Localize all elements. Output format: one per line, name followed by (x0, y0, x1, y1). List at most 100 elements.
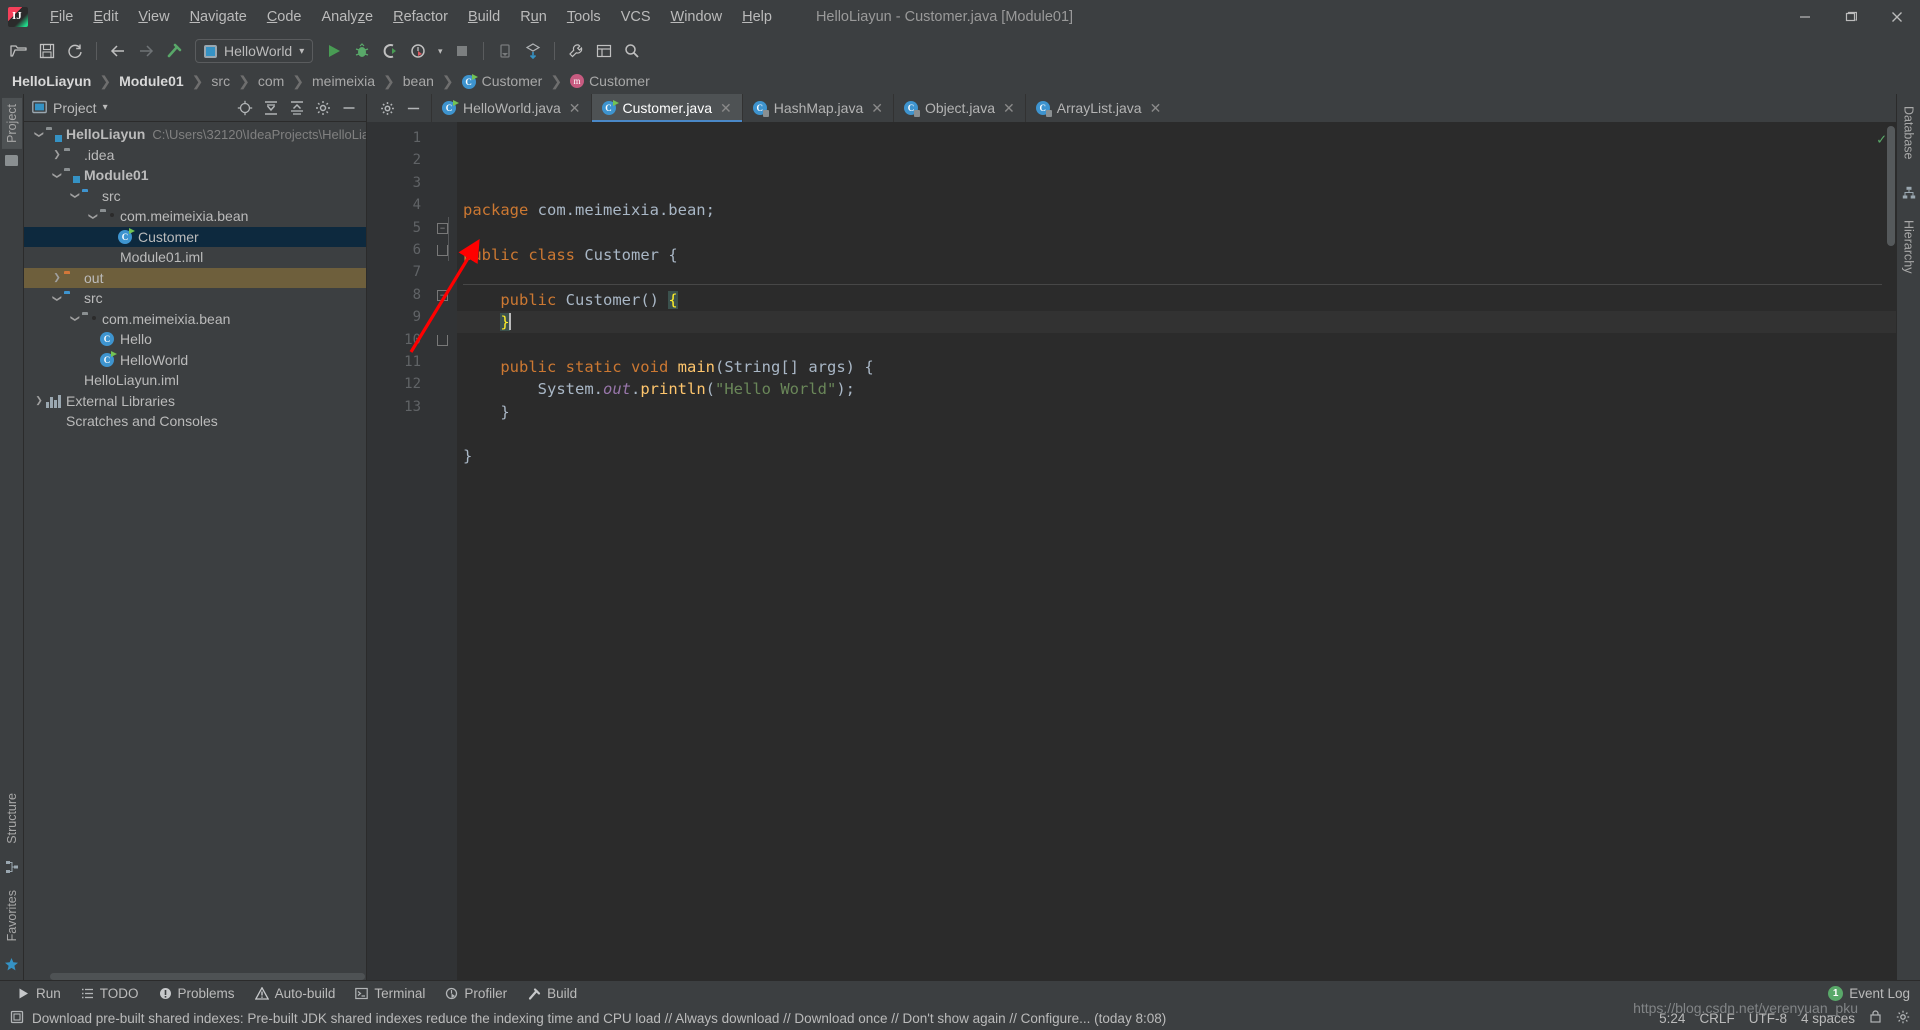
line-number-1[interactable]: 1 (367, 127, 429, 149)
chevron-right-icon[interactable]: ❯ (50, 149, 64, 160)
menu-item-refactor[interactable]: Refactor (383, 5, 458, 29)
menu-item-help[interactable]: Help (732, 5, 782, 29)
breadcrumb-item-src[interactable]: src (209, 73, 232, 89)
project-tree[interactable]: ❯ HelloLiayun C:\Users\32120\IdeaProjects\… (24, 122, 366, 971)
menu-item-vcs[interactable]: VCS (611, 5, 661, 29)
close-icon[interactable]: ✕ (569, 100, 581, 117)
menu-item-view[interactable]: View (128, 5, 179, 29)
chevron-down-icon[interactable]: ❯ (70, 189, 81, 203)
minimize-button[interactable] (1782, 0, 1828, 34)
line-number-13[interactable]: 13 (367, 396, 429, 418)
tree-node-module01-iml[interactable]: Module01.iml (24, 247, 366, 268)
bottom-tab-run[interactable]: Run (8, 983, 70, 1004)
line-number-12[interactable]: 12 (367, 373, 429, 395)
menu-item-analyze[interactable]: Analyze (312, 5, 384, 29)
code-line-10[interactable]: } (457, 401, 1896, 423)
open-folder-icon[interactable] (6, 38, 32, 64)
close-button[interactable] (1874, 0, 1920, 34)
line-number-11[interactable]: 11 (367, 351, 429, 373)
line-number-7[interactable]: 7 (367, 261, 429, 283)
code-text[interactable]: ✓ package com.meimeixia.bean; public clas… (457, 122, 1896, 980)
breadcrumb-item-helloliayun[interactable]: HelloLiayun (10, 73, 93, 89)
line-number-9[interactable]: 9 (367, 306, 429, 328)
menu-item-file[interactable]: File (40, 5, 83, 29)
tree-node--idea[interactable]: ❯ .idea (24, 145, 366, 166)
editor-tab-arraylist-java[interactable]: C ArrayList.java ✕ (1024, 94, 1172, 122)
line-number-3[interactable]: 3 (367, 172, 453, 194)
fold-region-end-icon[interactable] (437, 334, 448, 346)
fold-collapse-icon[interactable]: − (437, 289, 448, 301)
bottom-tab-profiler[interactable]: Profiler (436, 983, 516, 1004)
bottom-tab-todo[interactable]: TODO (72, 983, 148, 1004)
sidebar-item-hierarchy[interactable]: Hierarchy (1899, 214, 1919, 280)
sidebar-item-structure[interactable]: Structure (2, 787, 22, 850)
line-number-8[interactable]: 8 (367, 284, 453, 306)
code-line-11[interactable] (457, 423, 1896, 445)
close-icon[interactable]: ✕ (1150, 100, 1162, 117)
sync-icon[interactable] (62, 38, 88, 64)
menu-item-edit[interactable]: Edit (83, 5, 128, 29)
line-number-6[interactable]: 6 (367, 239, 429, 261)
tree-node-external-libraries[interactable]: ❯ External Libraries (24, 391, 366, 412)
editor-settings-gear-icon[interactable] (377, 98, 397, 118)
line-number-10[interactable]: 10 (367, 329, 429, 351)
bottom-tab-problems[interactable]: Problems (150, 983, 244, 1004)
forward-arrow-icon[interactable] (133, 38, 159, 64)
run-icon[interactable] (321, 38, 347, 64)
code-line-6[interactable]: } (457, 310, 1896, 334)
debug-icon[interactable] (349, 38, 375, 64)
save-icon[interactable] (34, 38, 60, 64)
close-icon[interactable]: ✕ (871, 100, 883, 117)
chevron-down-icon[interactable]: ❯ (34, 127, 45, 141)
code-line-5[interactable]: public Customer() { (457, 289, 1896, 311)
breadcrumb-item-customer[interactable]: m Customer (568, 73, 652, 89)
editor-tab-helloworld-java[interactable]: C HelloWorld.java ✕ (431, 94, 591, 122)
status-message[interactable]: Download pre-built shared indexes: Pre-b… (32, 1011, 1166, 1026)
line-number-2[interactable]: 2 (367, 149, 429, 171)
bottom-tab-build[interactable]: Build (518, 983, 586, 1004)
project-structure-icon[interactable] (591, 38, 617, 64)
menu-item-run[interactable]: Run (510, 5, 557, 29)
code-line-12[interactable]: } (457, 445, 1896, 467)
back-arrow-icon[interactable] (105, 38, 131, 64)
project-panel-chevron-down-icon[interactable]: ▾ (103, 102, 108, 113)
line-number-4[interactable]: 4 (367, 194, 429, 216)
editor-vertical-scrollbar[interactable] (1887, 126, 1895, 246)
read-only-icon[interactable] (1869, 1010, 1882, 1026)
profiler-dropdown-icon[interactable]: ▾ (433, 38, 447, 64)
inspection-status-icon[interactable]: ✓ (1877, 130, 1886, 148)
search-icon[interactable] (619, 38, 645, 64)
editor-tab-customer-java[interactable]: C Customer.java ✕ (590, 94, 742, 122)
chevron-down-icon[interactable]: ❯ (52, 291, 63, 305)
tree-node-com-meimeixia-bean[interactable]: ❯ com.meimeixia.bean (24, 206, 366, 227)
maximize-button[interactable] (1828, 0, 1874, 34)
line-number-gutter[interactable]: 1 2 3 4 5 6 7 8 9 10 11 12 13 (367, 122, 453, 980)
line-number-5[interactable]: 5 (367, 217, 429, 239)
tree-node-customer[interactable]: C Customer (24, 226, 366, 247)
tree-node-src[interactable]: ❯ src (24, 186, 366, 207)
editor-tab-hashmap-java[interactable]: C HashMap.java ✕ (741, 94, 893, 122)
tree-node-scratches-and-consoles[interactable]: Scratches and Consoles (24, 411, 366, 432)
chevron-right-icon[interactable]: ❯ (32, 395, 46, 406)
tree-node-out[interactable]: ❯ out (24, 267, 366, 288)
expand-all-icon[interactable] (260, 97, 282, 119)
bottom-tab-auto-build[interactable]: Auto-build (246, 983, 345, 1004)
code-line-4[interactable] (457, 266, 1896, 288)
menu-item-build[interactable]: Build (458, 5, 510, 29)
bottom-tab-terminal[interactable]: Terminal (346, 983, 434, 1004)
profiler-icon[interactable] (405, 38, 431, 64)
run-with-coverage-icon[interactable] (377, 38, 403, 64)
tree-node-hello[interactable]: C Hello (24, 329, 366, 350)
menu-item-navigate[interactable]: Navigate (180, 5, 257, 29)
close-icon[interactable]: ✕ (1003, 100, 1015, 117)
breadcrumb-item-bean[interactable]: bean (401, 73, 436, 89)
menu-item-window[interactable]: Window (661, 5, 733, 29)
run-configuration-selector[interactable]: HelloWorld ▾ (195, 39, 314, 63)
collapse-all-icon[interactable] (286, 97, 308, 119)
code-line-2[interactable] (457, 221, 1896, 243)
tree-node-helloworld[interactable]: C HelloWorld (24, 350, 366, 371)
event-log-area[interactable]: 1 Event Log (1828, 986, 1920, 1001)
chevron-right-icon[interactable]: ❯ (50, 272, 64, 283)
breadcrumb-item-com[interactable]: com (256, 73, 286, 89)
stop-icon[interactable] (449, 38, 475, 64)
